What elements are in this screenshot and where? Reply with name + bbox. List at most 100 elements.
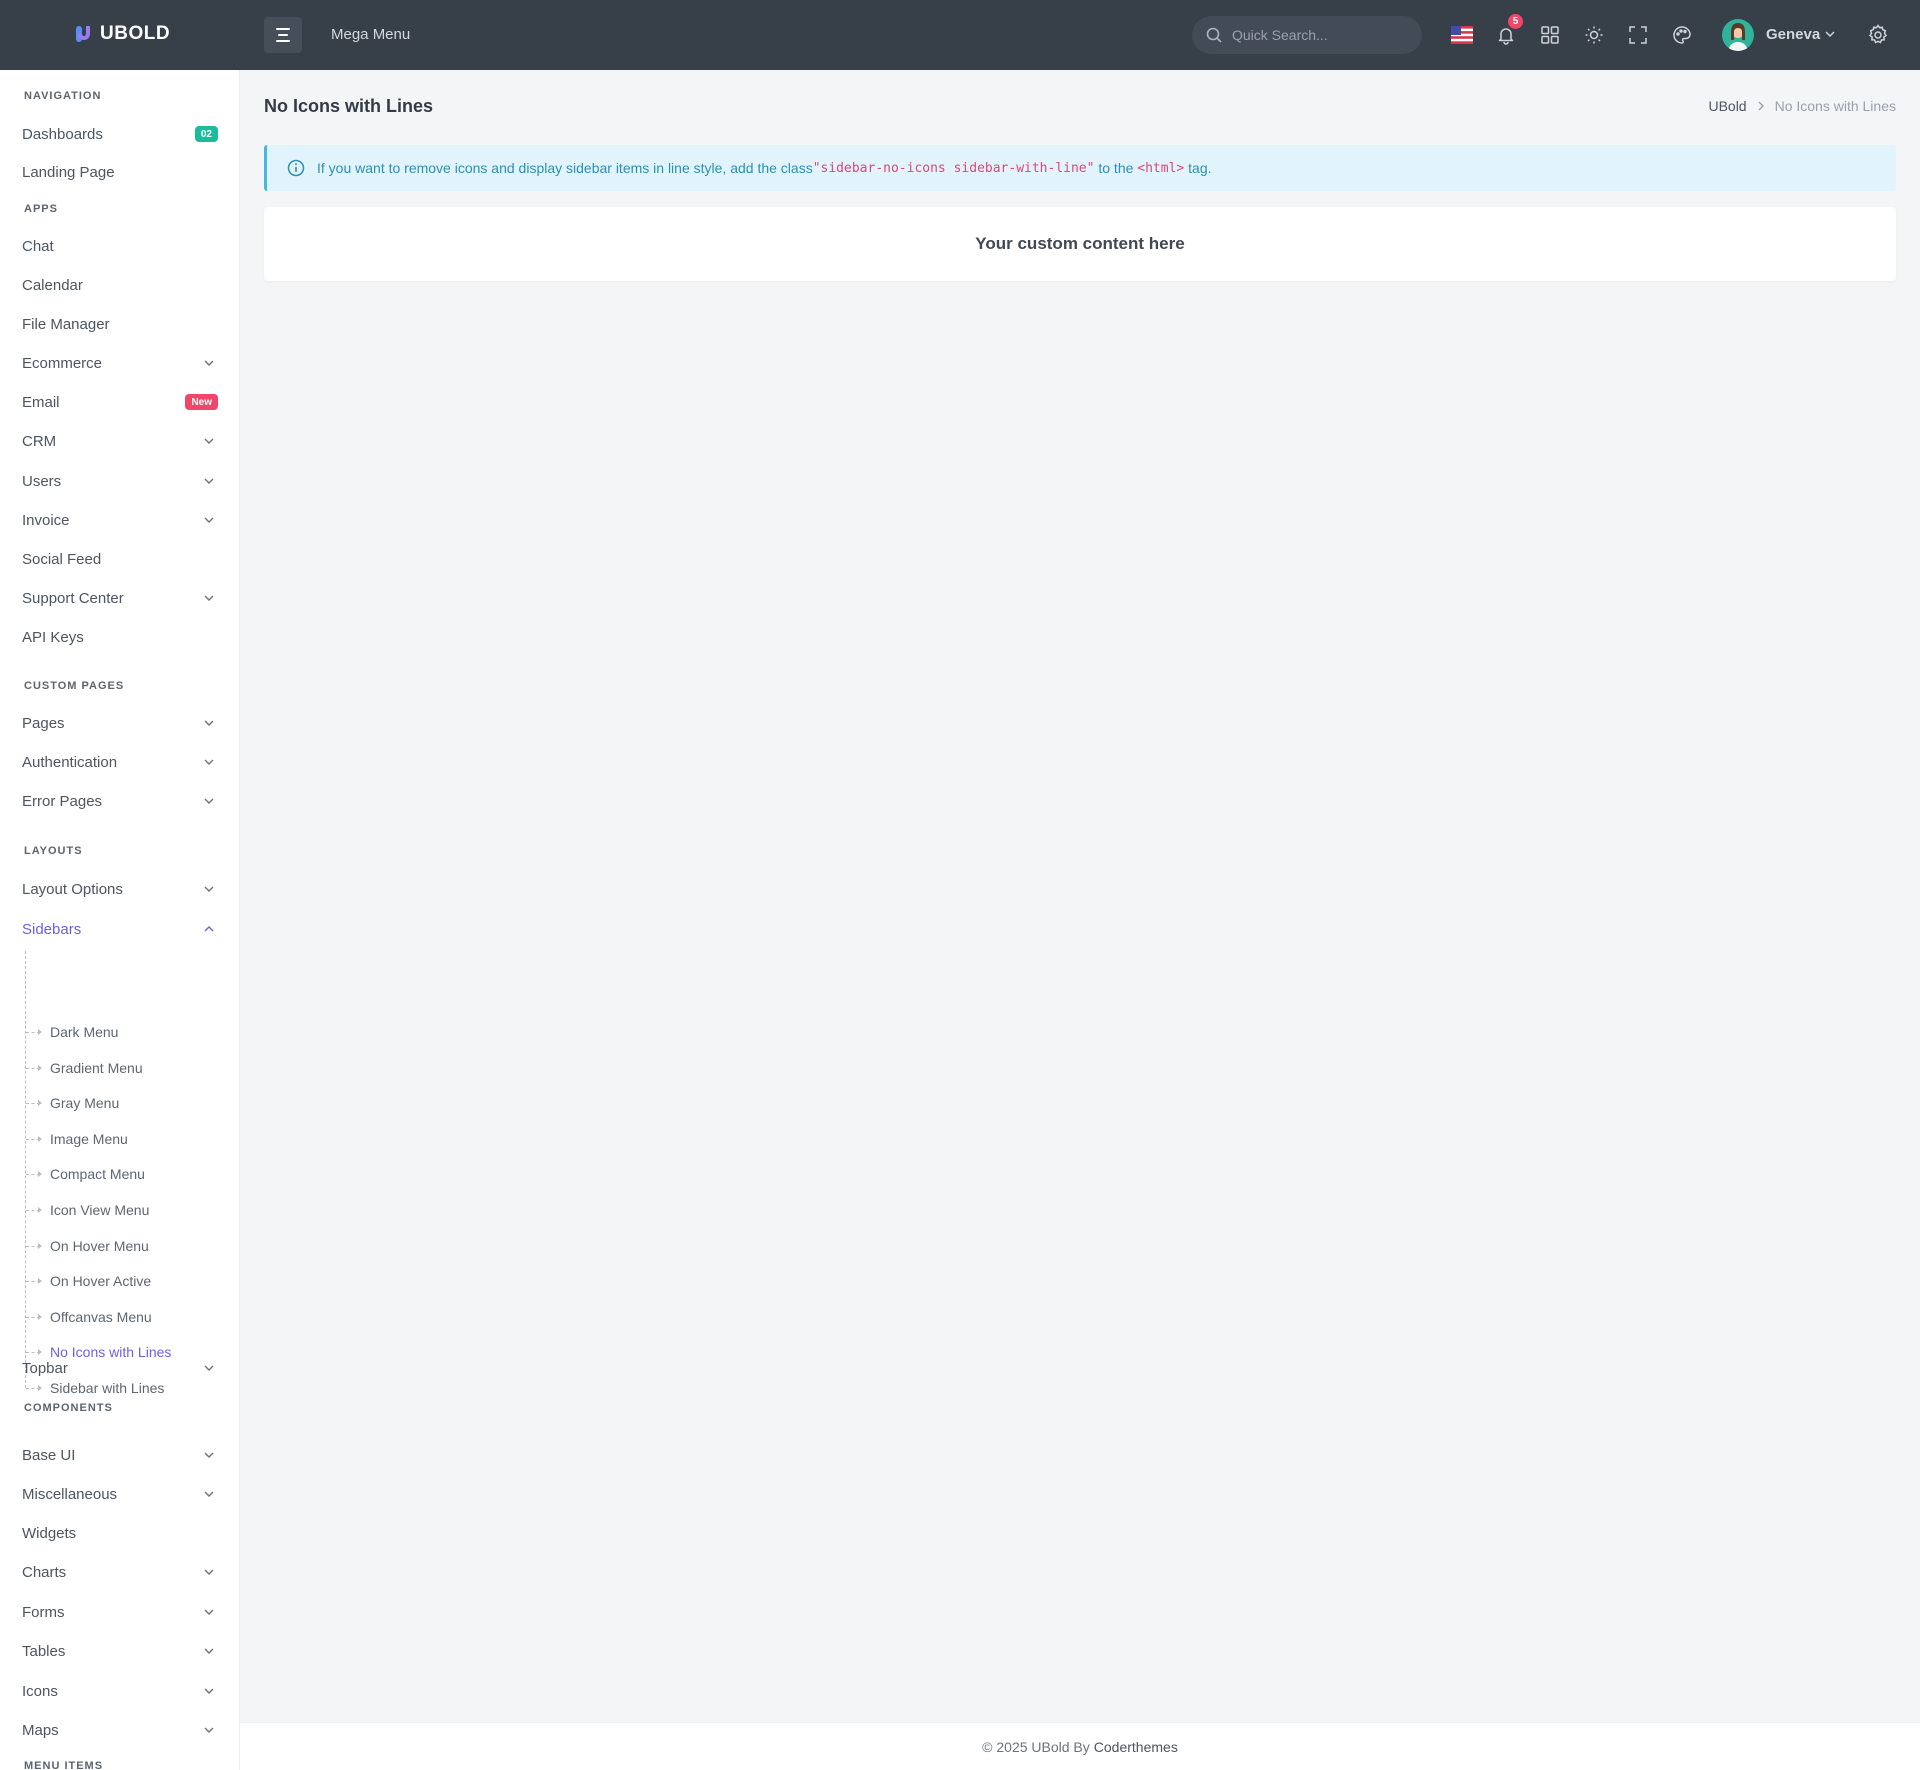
sidebar-subitem[interactable]: Offcanvas Menu [50, 1305, 152, 1329]
section-components: COMPONENTS [24, 1402, 113, 1414]
footer: © 2025 UBold By Coderthemes [240, 1722, 1920, 1770]
user-name[interactable]: Geneva [1766, 26, 1820, 43]
sidebar-item-api-keys[interactable]: API Keys [22, 623, 218, 651]
logo-text: UBOLD [100, 23, 171, 44]
sidebar-subitem[interactable]: Dark Menu [50, 1020, 118, 1044]
sidebar-item-icons[interactable]: Icons [22, 1677, 218, 1705]
sidebar-item-label: Base UI [22, 1446, 76, 1464]
sidebar-item-invoice[interactable]: Invoice [22, 506, 218, 534]
sidebar-item-miscellaneous[interactable]: Miscellaneous [22, 1480, 218, 1508]
sidebar-item-dashboards[interactable]: Dashboards 02 [22, 120, 218, 148]
chevron-down-icon [204, 759, 214, 765]
sidebar-item-sidebars[interactable]: Sidebars [22, 915, 218, 943]
alert-text-mid: to the [1094, 160, 1138, 176]
sidebar-item-topbar[interactable]: Topbar [22, 1354, 218, 1382]
chevron-down-icon [204, 720, 214, 726]
sidebar-item-widgets[interactable]: Widgets [22, 1519, 218, 1547]
sidebar-item-label: Topbar [22, 1359, 68, 1377]
page-title: No Icons with Lines [264, 96, 434, 116]
sidebar-item-label: Icons [22, 1682, 58, 1700]
sidebar-subitem[interactable]: Gray Menu [50, 1091, 119, 1115]
language-flag-icon[interactable] [1450, 23, 1474, 47]
gear-icon[interactable] [1866, 23, 1890, 47]
sidebar-item-label: Layout Options [22, 880, 123, 898]
sidebar-subitem[interactable]: On Hover Active [50, 1269, 151, 1293]
sun-icon[interactable] [1582, 23, 1606, 47]
sidebar-item-label: Email [22, 393, 60, 411]
sidebar-item-label: Miscellaneous [22, 1485, 118, 1503]
sidebar-item-support-center[interactable]: Support Center [22, 584, 218, 612]
footer-brand-link[interactable]: Coderthemes [1094, 1739, 1178, 1755]
palette-icon[interactable] [1670, 23, 1694, 47]
info-icon [287, 159, 305, 177]
chevron-down-icon [204, 595, 214, 601]
sidebar-item-label: Authentication [22, 753, 118, 771]
arrow-right-icon [38, 1171, 42, 1177]
sidebar-item-crm[interactable]: CRM [22, 427, 218, 455]
sidebar-item-error-pages[interactable]: Error Pages [22, 787, 218, 815]
alert-text-post: tag. [1184, 160, 1212, 176]
sidebar-item-label: Chat [22, 237, 54, 255]
sidebar-item-forms[interactable]: Forms [22, 1598, 218, 1626]
sidebar-subitem[interactable]: On Hover Menu [50, 1234, 149, 1258]
dashboards-badge: 02 [194, 126, 218, 142]
breadcrumb-root[interactable]: UBold [1708, 98, 1746, 114]
notification-badge: 5 [1508, 14, 1523, 29]
chevron-down-icon [204, 1365, 214, 1371]
submenu-line [25, 951, 26, 1388]
sidebar-item-tables[interactable]: Tables [22, 1637, 218, 1665]
search-box[interactable] [1192, 16, 1422, 54]
sidebar-item-base-ui[interactable]: Base UI [22, 1441, 218, 1469]
chevron-up-icon [204, 926, 214, 932]
sidebar-item-label: Landing Page [22, 163, 115, 181]
sidebar-item-label: Ecommerce [22, 354, 103, 372]
chevron-down-icon [204, 438, 214, 444]
sidebar-item-layout-options[interactable]: Layout Options [22, 875, 218, 903]
sidebar-item-chat[interactable]: Chat [22, 232, 218, 260]
content-card: Your custom content here [264, 207, 1896, 281]
info-alert: If you want to remove icons and display … [264, 145, 1896, 191]
sidebar-item-label: Widgets [22, 1524, 77, 1542]
chevron-down-icon [204, 1609, 214, 1615]
apps-grid-icon[interactable] [1538, 23, 1562, 47]
sidebar-item-label: Charts [22, 1563, 67, 1581]
chevron-down-icon[interactable] [1824, 28, 1836, 40]
menu-toggle-button[interactable] [264, 17, 302, 53]
search-input[interactable] [1232, 27, 1412, 43]
sidebar-subitem[interactable]: Gradient Menu [50, 1056, 143, 1080]
chevron-down-icon [204, 1452, 214, 1458]
sidebar-item-label: API Keys [22, 628, 84, 646]
sidebar-item-label: Pages [22, 714, 65, 732]
breadcrumb-current: No Icons with Lines [1774, 98, 1896, 114]
avatar[interactable] [1722, 19, 1754, 51]
sidebar-item-maps[interactable]: Maps [22, 1716, 218, 1744]
sidebar-item-users[interactable]: Users [22, 467, 218, 495]
sidebar-subitem[interactable]: Icon View Menu [50, 1198, 149, 1222]
sidebar-item-file-manager[interactable]: File Manager [22, 310, 218, 338]
sidebar-item-pages[interactable]: Pages [22, 709, 218, 737]
sidebar-item-ecommerce[interactable]: Ecommerce [22, 349, 218, 377]
arrow-right-icon [38, 1100, 42, 1106]
sidebar-item-social-feed[interactable]: Social Feed [22, 545, 218, 573]
sidebar-subitem[interactable]: Image Menu [50, 1127, 128, 1151]
chevron-down-icon [204, 1688, 214, 1694]
sidebar-item-label: Support Center [22, 589, 124, 607]
sidebar-item-label: Invoice [22, 511, 70, 529]
fullscreen-icon[interactable] [1626, 23, 1650, 47]
arrow-right-icon [38, 1136, 42, 1142]
logo[interactable]: UBOLD [74, 22, 170, 46]
sidebar-item-label: Tables [22, 1642, 66, 1660]
mega-menu-link[interactable]: Mega Menu [331, 26, 410, 43]
sidebar-item-label: Forms [22, 1603, 65, 1621]
sidebar-item-charts[interactable]: Charts [22, 1558, 218, 1586]
sidebar-item-calendar[interactable]: Calendar [22, 271, 218, 299]
sidebar-item-label: Users [22, 472, 62, 490]
sidebar-item-authentication[interactable]: Authentication [22, 748, 218, 776]
sidebar-item-label: Dashboards [22, 125, 103, 143]
sidebar-subitem[interactable]: Compact Menu [50, 1162, 145, 1186]
sidebar-item-email[interactable]: Email New [22, 388, 218, 416]
sidebar-item-label: File Manager [22, 315, 110, 333]
sidebar-item-landing[interactable]: Landing Page [22, 158, 218, 186]
chevron-down-icon [204, 478, 214, 484]
chevron-right-icon [1758, 101, 1764, 111]
